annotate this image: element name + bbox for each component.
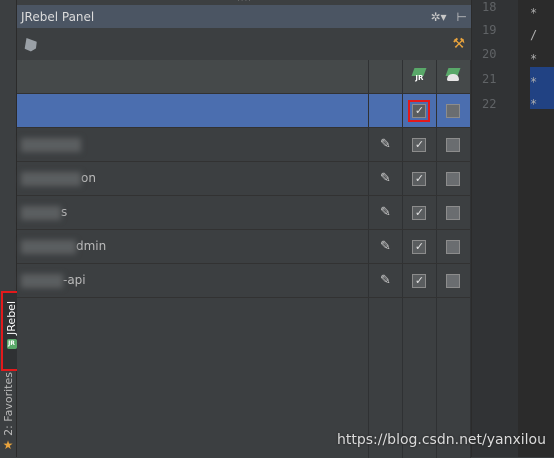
jrebel-checkbox[interactable]: ✓: [412, 138, 426, 152]
table-row[interactable]: ✓: [17, 94, 471, 128]
jrebel-checkbox[interactable]: ✓: [412, 104, 426, 118]
watermark-url: https://blog.csdn.net/yanxilou: [337, 432, 546, 448]
remote-checkbox[interactable]: [446, 274, 460, 288]
header-name-cell: [17, 60, 368, 94]
header-remote-cell: [436, 60, 470, 94]
remote-checkbox[interactable]: [446, 206, 460, 220]
redacted-text: [21, 172, 81, 186]
settings-wrench-icon[interactable]: ⚒: [452, 36, 465, 52]
remote-toggle-cell: [436, 162, 470, 196]
code-line: *: [530, 6, 537, 20]
remote-toggle-cell: [436, 128, 470, 162]
code-line: *: [530, 52, 537, 66]
editor-code-area[interactable]: * / * * *: [518, 0, 554, 457]
table-row[interactable]: dmin ✎ ✓: [17, 230, 471, 264]
jrebel-agent-icon: JR: [411, 68, 427, 82]
modules-table: JR ✓ ✎ ✓ on ✎ ✓ s ✎: [17, 60, 471, 458]
jrebel-toggle-cell: ✓: [402, 230, 436, 264]
table-header: JR: [17, 60, 471, 94]
module-name: [17, 128, 368, 162]
table-row[interactable]: ✎ ✓: [17, 128, 471, 162]
jrebel-remote-icon: [445, 68, 461, 82]
edit-cell: ✎: [368, 264, 402, 298]
code-line: /: [530, 28, 537, 42]
pencil-icon[interactable]: ✎: [380, 239, 391, 254]
line-number: 20: [482, 47, 496, 61]
module-name: dmin: [17, 230, 368, 264]
line-number: 21: [482, 72, 496, 86]
edit-cell: ✎: [368, 162, 402, 196]
line-number: 19: [482, 23, 496, 37]
pencil-icon[interactable]: ✎: [380, 205, 391, 220]
remote-checkbox[interactable]: [446, 172, 460, 186]
jrebel-toggle-cell: ✓: [402, 196, 436, 230]
pencil-icon[interactable]: ✎: [380, 171, 391, 186]
jrebel-toggle-cell: ✓: [402, 264, 436, 298]
pin-icon[interactable]: ⊢: [457, 10, 467, 24]
redacted-text: [21, 240, 76, 254]
redacted-text: [21, 274, 63, 288]
remote-toggle-cell: [436, 230, 470, 264]
jrebel-tab-icon: JR: [7, 339, 17, 349]
remote-checkbox[interactable]: [446, 138, 460, 152]
edit-cell: ✎: [368, 230, 402, 264]
jrebel-checkbox[interactable]: ✓: [412, 240, 426, 254]
code-line: *: [530, 97, 537, 111]
redacted-text: [21, 206, 61, 220]
remote-checkbox[interactable]: [446, 240, 460, 254]
pencil-icon[interactable]: ✎: [380, 137, 391, 152]
edit-cell: [368, 94, 402, 128]
jrebel-checkbox[interactable]: ✓: [412, 274, 426, 288]
line-number: 22: [482, 97, 496, 111]
module-name: on: [17, 162, 368, 196]
redacted-text: [21, 138, 81, 152]
tool-window-strip: JRebel JR 2: Favorites ★: [0, 0, 17, 457]
module-name: s: [17, 196, 368, 230]
panel-toolbar: ⚒: [17, 28, 471, 60]
jrebel-toggle-cell: ✓: [402, 94, 436, 128]
code-line: *: [530, 75, 537, 89]
table-row[interactable]: on ✎ ✓: [17, 162, 471, 196]
jrebel-toggle-cell: ✓: [402, 128, 436, 162]
remote-toggle-cell: [436, 94, 470, 128]
remote-toggle-cell: [436, 264, 470, 298]
line-number: 18: [482, 0, 496, 14]
favorites-tab-label: 2: Favorites: [2, 372, 15, 436]
favorites-tool-tab[interactable]: 2: Favorites ★: [0, 372, 16, 457]
edit-cell: ✎: [368, 196, 402, 230]
highlight-box: ✓: [408, 100, 430, 122]
edit-cell: ✎: [368, 128, 402, 162]
module-name: [17, 94, 368, 128]
table-row[interactable]: s ✎ ✓: [17, 196, 471, 230]
table-row[interactable]: -api ✎ ✓: [17, 264, 471, 298]
panel-title: JRebel Panel: [21, 10, 94, 24]
header-jrebel-cell: JR: [402, 60, 436, 94]
gear-icon[interactable]: ✲▾: [430, 10, 446, 24]
editor-gutter: 18 19 20 21 22: [471, 0, 518, 457]
jrebel-checkbox[interactable]: ✓: [412, 206, 426, 220]
module-name: -api: [17, 264, 368, 298]
remote-toggle-cell: [436, 196, 470, 230]
pencil-icon[interactable]: ✎: [380, 273, 391, 288]
header-edit-cell: [368, 60, 402, 94]
jrebel-toggle-cell: ✓: [402, 162, 436, 196]
rocket-icon[interactable]: [20, 34, 39, 53]
jrebel-panel: · · · · JRebel Panel ✲▾ ⊢ ⚒ JR: [17, 0, 471, 457]
remote-checkbox[interactable]: [446, 104, 460, 118]
star-icon: ★: [3, 438, 14, 452]
panel-title-bar: JRebel Panel ✲▾ ⊢: [17, 5, 471, 28]
jrebel-checkbox[interactable]: ✓: [412, 172, 426, 186]
